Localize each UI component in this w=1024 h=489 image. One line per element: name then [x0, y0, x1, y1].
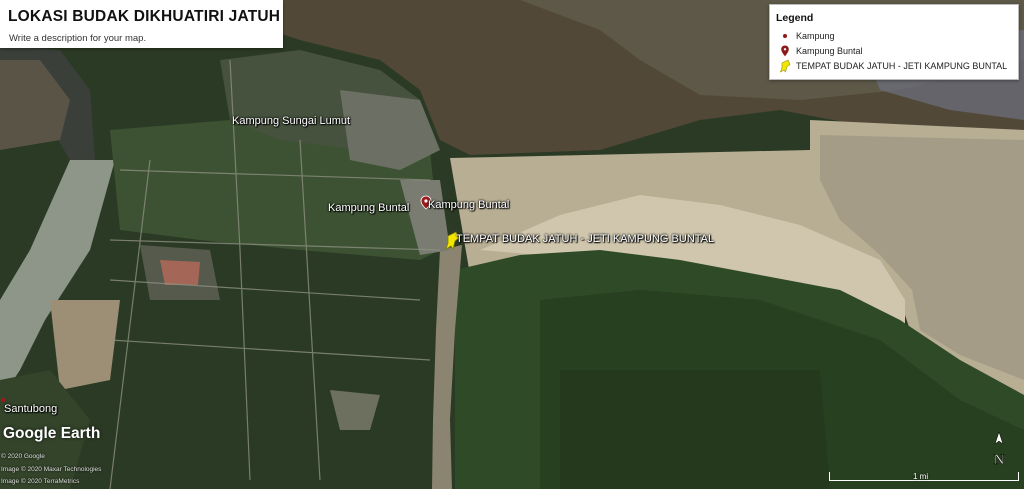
santubong-dot-icon[interactable]: [0, 397, 6, 403]
legend-heading: Legend: [776, 12, 814, 24]
scale-bar: 1 mi: [829, 472, 1019, 484]
compass[interactable]: N: [988, 430, 1010, 470]
label-tempat-budak-jatuh[interactable]: TEMPAT BUDAK JATUH - JETI KAMPUNG BUNTAL: [456, 233, 714, 245]
scale-label: 1 mi: [913, 472, 929, 481]
legend-panel: Legend Kampung Kampung Buntal TEMPAT BUD…: [769, 4, 1019, 80]
dot-icon: [783, 34, 787, 38]
attribution-terrametrics: Image © 2020 TerraMetrics: [1, 478, 80, 485]
map-title: LOKASI BUDAK DIKHUATIRI JATUH: [8, 8, 281, 25]
map-title-panel: LOKASI BUDAK DIKHUATIRI JATUH Write a de…: [0, 0, 283, 48]
map-description[interactable]: Write a description for your map.: [9, 33, 146, 44]
legend-item-label: Kampung Buntal: [796, 46, 863, 56]
google-earth-logo: Google Earth: [3, 425, 101, 442]
label-kampung-sungai-lumut[interactable]: Kampung Sungai Lumut: [232, 115, 350, 127]
pushpin-icon: [779, 59, 791, 73]
label-kampung-buntal-pin[interactable]: Kampung Buntal: [428, 199, 509, 211]
pin-icon: [781, 45, 789, 57]
label-santubong[interactable]: Santubong: [4, 403, 57, 415]
attribution-google: © 2020 Google: [1, 453, 45, 460]
label-kampung-buntal[interactable]: Kampung Buntal: [328, 202, 409, 214]
legend-item-label: TEMPAT BUDAK JATUH - JETI KAMPUNG BUNTAL: [796, 61, 1008, 71]
north-arrow-icon: N: [993, 431, 1005, 468]
legend-item-label: Kampung: [796, 31, 835, 41]
attribution-maxar: Image © 2020 Maxar Technologies: [1, 466, 102, 473]
compass-label: N: [994, 452, 1005, 468]
